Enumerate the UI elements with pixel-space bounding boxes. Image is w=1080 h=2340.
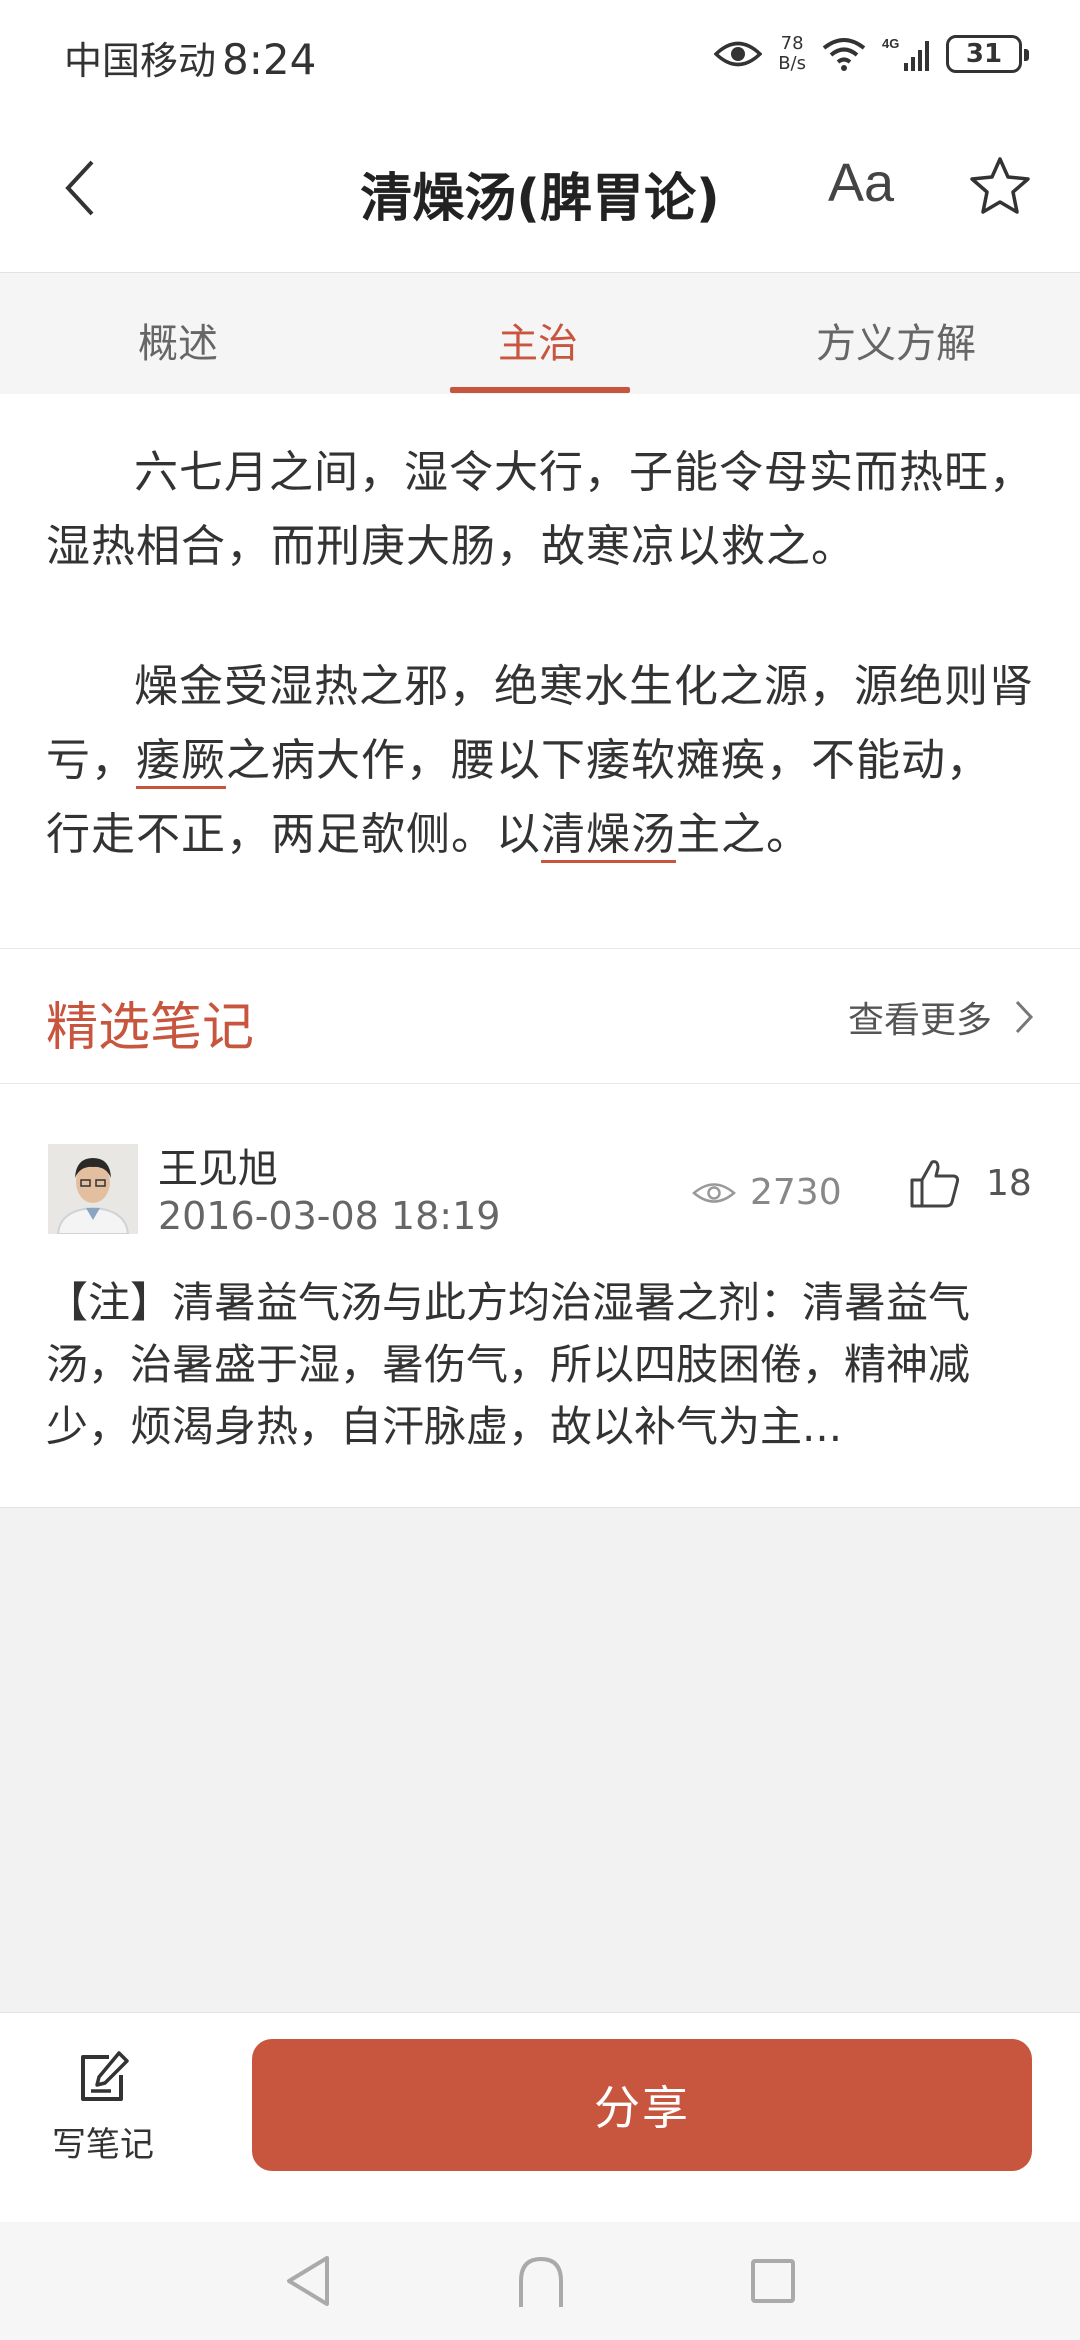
- view-count: 2730: [692, 1172, 842, 1213]
- signal-icon: 4G: [882, 36, 929, 71]
- tab-formula-explanation[interactable]: 方义方解: [816, 311, 976, 369]
- font-size-button[interactable]: Aa: [828, 152, 894, 214]
- status-icons: 78 B/s 4G 31: [714, 26, 1029, 82]
- avatar[interactable]: [48, 1144, 138, 1234]
- net-speed-value: 78: [780, 33, 804, 54]
- note-date: 2016-03-08 18:19: [158, 1194, 501, 1238]
- bottom-action-bar: 写笔记 分享: [0, 2012, 1080, 2222]
- term-link-qingzaotang[interactable]: 清燥汤: [541, 809, 676, 863]
- share-button[interactable]: 分享: [252, 2039, 1032, 2171]
- content-paragraph: 燥金受湿热之邪，绝寒水生化之源，源绝则肾亏，痿厥之病大作，腰以下痿软瘫痪，不能动…: [46, 650, 1034, 872]
- wifi-icon: [822, 38, 866, 71]
- like-count: 18: [986, 1162, 1032, 1204]
- view-more-link[interactable]: 查看更多: [848, 991, 1034, 1043]
- featured-notes-title: 精选笔记: [46, 998, 255, 1058]
- note-excerpt[interactable]: 【注】清暑益气汤与此方均治湿暑之剂：清暑益气汤，治暑盛于湿，暑伤气，所以四肢困倦…: [46, 1272, 1006, 1458]
- paragraph-text: 主之。: [676, 809, 811, 860]
- thumbs-up-icon: [910, 1160, 960, 1208]
- status-left: 中国移动 8:24: [64, 30, 316, 85]
- app-header: 清燥汤(脾胃论) Aa: [0, 104, 1080, 272]
- carrier-name: 中国移动: [64, 39, 217, 83]
- system-nav-bar: [0, 2222, 1080, 2340]
- tab-overview[interactable]: 概述: [138, 311, 218, 369]
- net-speed-unit: B/s: [778, 53, 806, 74]
- net-speed: 78 B/s: [778, 34, 806, 74]
- edit-note-icon: [81, 2051, 129, 2101]
- user-avatar-icon: [48, 1144, 138, 1234]
- featured-notes-header: 精选笔记 查看更多: [0, 948, 1080, 1084]
- nav-back-icon[interactable]: [283, 2254, 333, 2308]
- note-card[interactable]: 王见旭 2016-03-08 18:19 2730 18 【注】清暑益气汤与此方…: [0, 1084, 1080, 1508]
- status-time: 8:24: [222, 35, 317, 84]
- page-title: 清燥汤(脾胃论): [360, 169, 720, 229]
- content-paragraph: 六七月之间，湿令大行，子能令母实而热旺，湿热相合，而刑庚大肠，故寒凉以救之。: [46, 447, 1034, 572]
- nav-recents-icon[interactable]: [749, 2257, 797, 2305]
- tab-bar: 概述 主治 方义方解: [0, 272, 1080, 394]
- battery-indicator: 31: [946, 35, 1029, 73]
- view-more-label: 查看更多: [847, 1000, 992, 1041]
- indications-content: 六七月之间，湿令大行，子能令母实而热旺，湿热相合，而刑庚大肠，故寒凉以救之。 燥…: [0, 394, 1080, 948]
- active-tab-indicator: [450, 387, 630, 393]
- status-bar: 中国移动 8:24 78 B/s 4G 31: [0, 0, 1080, 104]
- svg-text:4G: 4G: [882, 36, 899, 51]
- chevron-right-icon: [1015, 1000, 1034, 1034]
- favorite-button[interactable]: [968, 154, 1038, 224]
- eye-icon: [714, 41, 763, 67]
- view-count-value: 2730: [750, 1172, 842, 1213]
- write-note-button[interactable]: 写笔记: [48, 2049, 158, 2166]
- nav-home-icon[interactable]: [513, 2253, 569, 2309]
- eye-icon: [692, 1182, 736, 1203]
- like-button[interactable]: 18: [908, 1156, 1032, 1210]
- note-author[interactable]: 王见旭: [158, 1136, 278, 1194]
- tab-indications[interactable]: 主治: [498, 311, 578, 369]
- star-icon: [970, 157, 1030, 214]
- term-link-weijue[interactable]: 痿厥: [136, 735, 226, 789]
- write-note-label: 写笔记: [52, 2125, 154, 2165]
